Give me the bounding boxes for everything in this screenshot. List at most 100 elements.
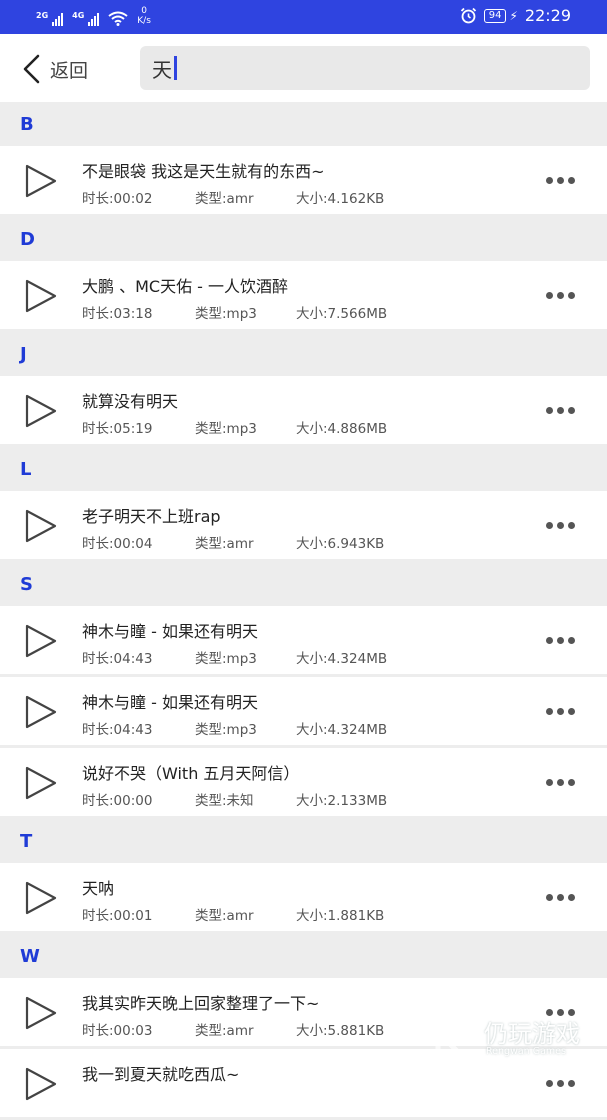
song-duration: 时长:05:19 bbox=[82, 421, 153, 437]
song-type: 类型:mp3 bbox=[195, 421, 257, 437]
signal-tag-2g: 2G bbox=[36, 11, 49, 20]
section-header: S bbox=[0, 562, 607, 606]
more-options-icon[interactable] bbox=[546, 177, 575, 184]
song-title: 大鹏 、MC天佑 - 一人饮酒醉 bbox=[82, 277, 289, 296]
back-label: 返回 bbox=[50, 59, 89, 82]
song-duration: 时长:04:43 bbox=[82, 651, 153, 667]
song-size: 大小:4.886MB bbox=[296, 421, 388, 437]
song-size: 大小:4.324MB bbox=[296, 722, 388, 738]
speed-value: 0 bbox=[141, 6, 147, 16]
song-list: B 不是眼袋 我这是天生就有的东西~ 时长:00:02 类型:amr 大小:4.162K… bbox=[0, 102, 607, 1120]
song-duration: 时长:04:43 bbox=[82, 722, 153, 738]
song-size: 大小:1.881KB bbox=[296, 908, 385, 924]
play-icon[interactable] bbox=[22, 508, 58, 544]
section-letter: D bbox=[20, 229, 35, 250]
search-box[interactable] bbox=[140, 46, 590, 90]
status-time: 22:29 bbox=[524, 6, 571, 25]
song-duration: 时长:00:01 bbox=[82, 908, 153, 924]
song-type: 类型:amr bbox=[195, 908, 254, 924]
search-input[interactable] bbox=[140, 46, 590, 90]
song-type: 类型:未知 bbox=[195, 793, 254, 809]
section-letter: B bbox=[20, 114, 34, 135]
list-item[interactable]: 大鹏 、MC天佑 - 一人饮酒醉 时长:03:18 类型:mp3 大小:7.566MB bbox=[0, 261, 607, 329]
song-size: 大小:2.133MB bbox=[296, 793, 388, 809]
song-title: 老子明天不上班rap bbox=[82, 507, 221, 526]
list-item[interactable]: 神木与瞳 - 如果还有明天 时长:04:43 类型:mp3 大小:4.324MB bbox=[0, 677, 607, 745]
song-title: 说好不哭（With 五月天阿信） bbox=[82, 764, 300, 783]
signal-4g: 4G bbox=[72, 11, 100, 26]
song-type: 类型:amr bbox=[195, 536, 254, 552]
play-icon[interactable] bbox=[22, 995, 58, 1031]
song-size: 大小:6.943KB bbox=[296, 536, 385, 552]
song-title: 天呐 bbox=[82, 879, 115, 898]
wifi-icon bbox=[108, 11, 128, 26]
play-icon[interactable] bbox=[22, 1066, 58, 1102]
back-button[interactable]: 返回 bbox=[22, 54, 88, 84]
more-options-icon[interactable] bbox=[546, 1080, 575, 1087]
play-icon[interactable] bbox=[22, 765, 58, 801]
list-item[interactable]: 就算没有明天 时长:05:19 类型:mp3 大小:4.886MB bbox=[0, 376, 607, 444]
song-type: 类型:mp3 bbox=[195, 651, 257, 667]
section-letter: L bbox=[20, 459, 32, 480]
status-left: 2G 4G 0 K/s bbox=[36, 6, 151, 26]
watermark-text: 仍玩游戏 bbox=[484, 1020, 580, 1048]
song-type: 类型:mp3 bbox=[195, 306, 257, 322]
song-title: 我其实昨天晚上回家整理了一下~ bbox=[82, 994, 320, 1013]
song-title: 不是眼袋 我这是天生就有的东西~ bbox=[82, 162, 325, 181]
section-header: J bbox=[0, 332, 607, 376]
more-options-icon[interactable] bbox=[546, 894, 575, 901]
song-duration: 时长:03:18 bbox=[82, 306, 153, 322]
speed-unit: K/s bbox=[137, 16, 151, 26]
play-icon[interactable] bbox=[22, 393, 58, 429]
play-icon[interactable] bbox=[22, 278, 58, 314]
status-bar: 2G 4G 0 K/s 94 ⚡ 22:29 bbox=[0, 0, 607, 34]
charging-icon: ⚡ bbox=[509, 8, 518, 23]
song-title: 神木与瞳 - 如果还有明天 bbox=[82, 693, 258, 712]
section-header: D bbox=[0, 217, 607, 261]
play-icon[interactable] bbox=[22, 880, 58, 916]
signal-bars-icon bbox=[52, 12, 64, 26]
song-duration: 时长:00:00 bbox=[82, 793, 153, 809]
section-letter: S bbox=[20, 574, 33, 595]
play-icon[interactable] bbox=[22, 623, 58, 659]
battery-level: 94 bbox=[488, 9, 502, 21]
song-type: 类型:mp3 bbox=[195, 722, 257, 738]
signal-bars-icon bbox=[88, 12, 100, 26]
status-right: 94 ⚡ 22:29 bbox=[460, 6, 571, 25]
more-options-icon[interactable] bbox=[546, 292, 575, 299]
song-title: 我一到夏天就吃西瓜~ bbox=[82, 1065, 240, 1084]
alarm-icon bbox=[460, 7, 476, 24]
song-size: 大小:4.162KB bbox=[296, 191, 385, 207]
more-options-icon[interactable] bbox=[546, 637, 575, 644]
more-options-icon[interactable] bbox=[546, 522, 575, 529]
song-duration: 时长:00:03 bbox=[82, 1023, 153, 1039]
signal-tag-4g: 4G bbox=[72, 11, 85, 20]
list-item[interactable]: 老子明天不上班rap 时长:00:04 类型:amr 大小:6.943KB bbox=[0, 491, 607, 559]
watermark: 仍玩游戏 Rengwan Games bbox=[432, 1012, 602, 1064]
text-cursor bbox=[174, 56, 177, 80]
section-header: T bbox=[0, 819, 607, 863]
list-item[interactable]: 不是眼袋 我这是天生就有的东西~ 时长:00:02 类型:amr 大小:4.162KB bbox=[0, 146, 607, 214]
header-bar: 返回 bbox=[0, 34, 607, 102]
watermark-logo-icon bbox=[435, 1018, 472, 1058]
section-header: L bbox=[0, 447, 607, 491]
section-letter: T bbox=[20, 831, 33, 852]
song-type: 类型:amr bbox=[195, 191, 254, 207]
song-size: 大小:5.881KB bbox=[296, 1023, 385, 1039]
battery-icon: 94 bbox=[483, 8, 507, 23]
song-duration: 时长:00:02 bbox=[82, 191, 153, 207]
list-item[interactable]: 神木与瞳 - 如果还有明天 时长:04:43 类型:mp3 大小:4.324MB bbox=[0, 606, 607, 674]
more-options-icon[interactable] bbox=[546, 779, 575, 786]
list-item[interactable]: 说好不哭（With 五月天阿信） 时长:00:00 类型:未知 大小:2.133MB bbox=[0, 748, 607, 816]
section-letter: J bbox=[20, 344, 27, 365]
network-speed: 0 K/s bbox=[137, 6, 151, 26]
play-icon[interactable] bbox=[22, 163, 58, 199]
list-item[interactable]: 天呐时长:00:01 类型:amr 大小:1.881KB bbox=[0, 863, 607, 931]
more-options-icon[interactable] bbox=[546, 407, 575, 414]
watermark-subtext: Rengwan Games bbox=[486, 1046, 566, 1057]
section-header: W bbox=[0, 934, 607, 978]
play-icon[interactable] bbox=[22, 694, 58, 730]
song-type: 类型:amr bbox=[195, 1023, 254, 1039]
more-options-icon[interactable] bbox=[546, 708, 575, 715]
section-letter: W bbox=[20, 946, 40, 967]
